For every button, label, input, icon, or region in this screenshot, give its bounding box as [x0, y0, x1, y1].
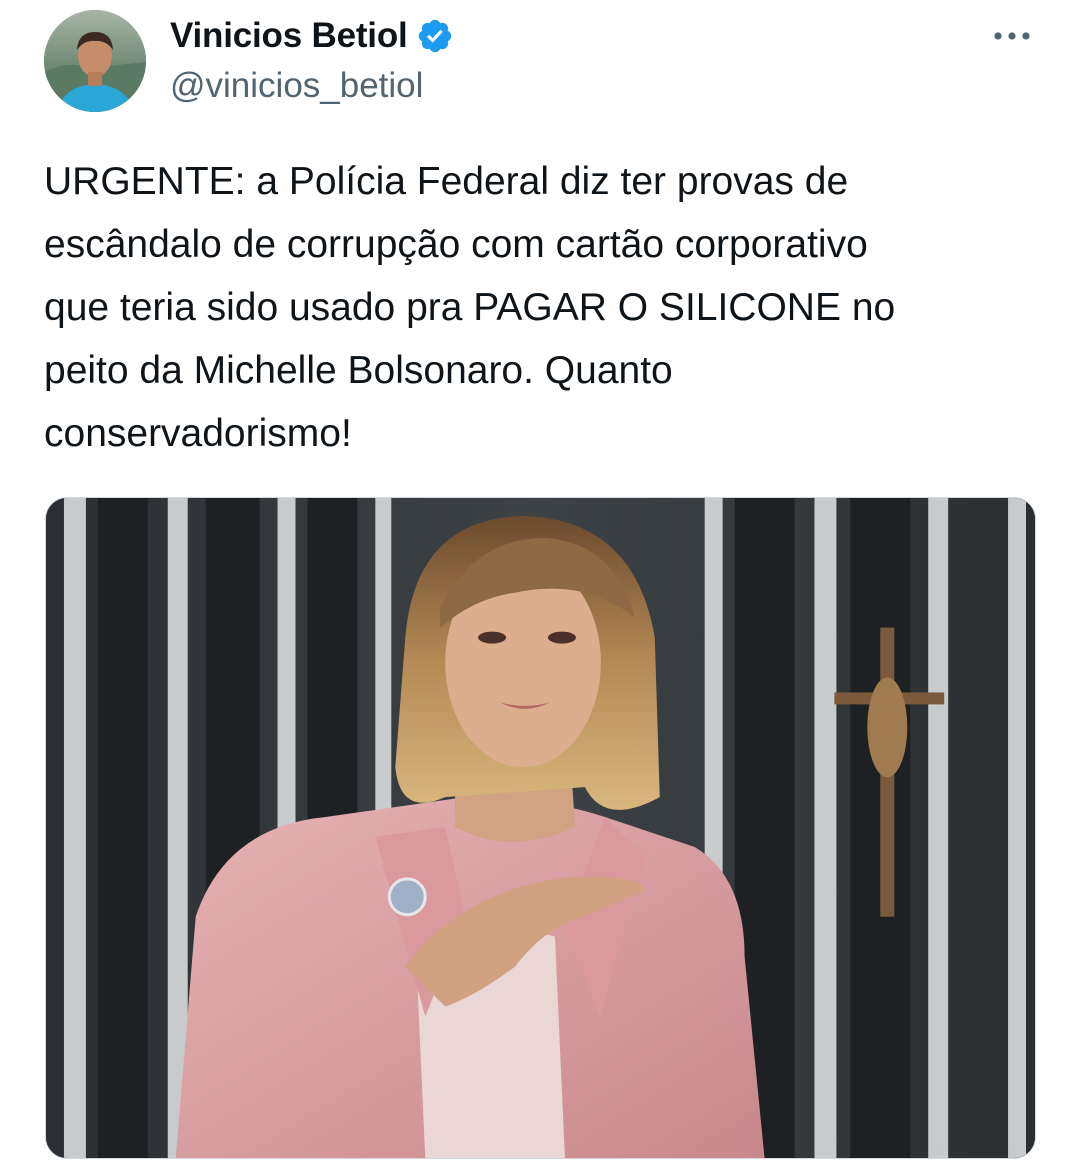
avatar-photo: [44, 10, 146, 112]
author-name-row[interactable]: Vinicios Betiol: [170, 14, 454, 58]
attached-photo[interactable]: [45, 497, 1036, 1159]
more-options-button[interactable]: [988, 18, 1036, 54]
tweet-card[interactable]: Vinicios Betiol @vinicios_betiol URGENTE…: [0, 0, 1079, 1165]
author-display-name[interactable]: Vinicios Betiol: [170, 14, 408, 58]
avatar[interactable]: [44, 10, 146, 112]
author-handle[interactable]: @vinicios_betiol: [170, 64, 423, 108]
verified-badge-icon: [416, 17, 454, 55]
tweet-text: URGENTE: a Polícia Federal diz ter prova…: [44, 160, 896, 455]
more-options-icon: [994, 32, 1030, 40]
